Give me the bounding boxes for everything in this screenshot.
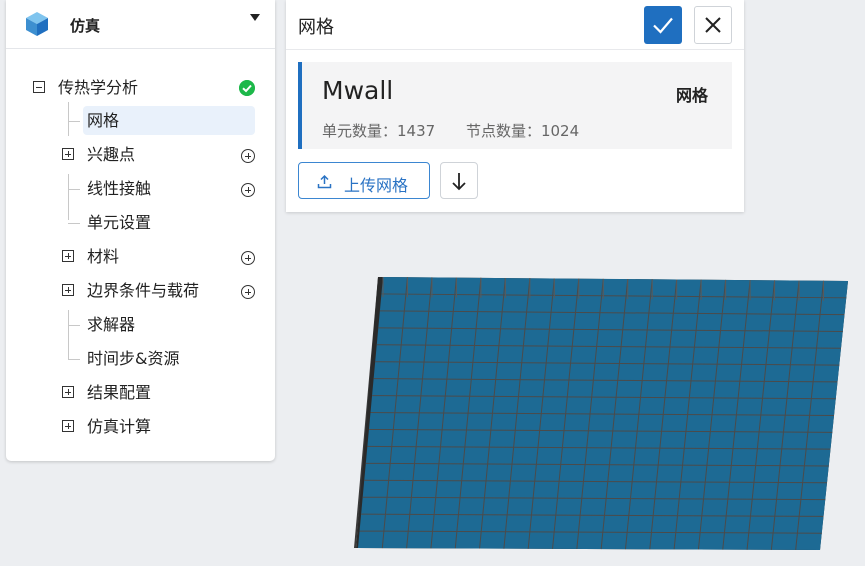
panel-title: 网格: [298, 17, 334, 38]
expand-icon[interactable]: [62, 284, 74, 296]
tree-item-label: 线性接触: [87, 179, 152, 198]
mesh-name: Mwall: [322, 76, 394, 105]
expand-icon[interactable]: [62, 148, 74, 160]
tree-item-label: 结果配置: [87, 383, 152, 402]
add-circle-icon[interactable]: [241, 285, 255, 299]
tree-item-points-of-interest[interactable]: 兴趣点: [6, 141, 275, 169]
cube-logo-icon: [26, 12, 48, 36]
download-button[interactable]: [440, 162, 478, 199]
tree-item-label: 时间步&资源: [87, 349, 180, 368]
tree-item-element-settings[interactable]: 单元设置: [6, 209, 275, 237]
close-icon: [705, 17, 721, 33]
tree-item-solver[interactable]: 求解器: [6, 311, 275, 339]
mesh-wall: [354, 277, 848, 550]
tree-item-result-config[interactable]: 结果配置: [6, 379, 275, 407]
mesh-card[interactable]: Mwall 网格 单元数量：1437 节点数量：1024: [298, 62, 732, 149]
node-count: 节点数量：1024: [465, 122, 580, 140]
confirm-button[interactable]: [644, 6, 682, 44]
sidebar-header: 仿真: [6, 0, 275, 49]
app-title: 仿真: [70, 17, 101, 35]
upload-mesh-label: 上传网格: [344, 176, 409, 195]
expand-icon[interactable]: [62, 420, 74, 432]
mesh-type-label: 网格: [675, 86, 708, 105]
mesh-stats: 单元数量：1437 节点数量：1024: [322, 120, 605, 141]
tree-item-label: 求解器: [87, 315, 136, 334]
tree-item-label: 仿真计算: [87, 417, 152, 436]
simulation-tree-panel: 仿真 传热学分析 网格 兴趣点 线性接触 单元设置 材料 边界条件与载荷 求解器…: [6, 0, 275, 461]
tree-item-heat-transfer-analysis[interactable]: 传热学分析: [6, 74, 275, 102]
close-button[interactable]: [694, 6, 732, 44]
add-circle-icon[interactable]: [241, 183, 255, 197]
tree-item-timestep-resources[interactable]: 时间步&资源: [6, 345, 275, 373]
tree-item-label: 兴趣点: [87, 145, 136, 164]
expand-icon[interactable]: [62, 250, 74, 262]
tree-item-simulation-run[interactable]: 仿真计算: [6, 413, 275, 441]
check-complete-icon: [239, 80, 255, 96]
tree-item-label: 单元设置: [87, 213, 152, 232]
add-circle-icon[interactable]: [241, 251, 255, 265]
divider: [286, 49, 744, 50]
expand-icon[interactable]: [62, 386, 74, 398]
download-arrow-icon: [452, 173, 466, 191]
caret-down-icon[interactable]: [250, 14, 260, 21]
add-circle-icon[interactable]: [241, 149, 255, 163]
upload-icon: [317, 174, 332, 189]
tree-item-label: 材料: [87, 247, 120, 266]
tree-item-mesh[interactable]: 网格: [6, 107, 275, 135]
tree-item-materials[interactable]: 材料: [6, 243, 275, 271]
tree-item-boundary-conditions-loads[interactable]: 边界条件与载荷: [6, 277, 275, 305]
element-count: 单元数量：1437: [322, 122, 436, 140]
collapse-icon[interactable]: [33, 81, 45, 93]
tree-item-label: 边界条件与载荷: [87, 281, 200, 300]
tree-item-label: 传热学分析: [58, 78, 139, 97]
tree-item-linear-contact[interactable]: 线性接触: [6, 175, 275, 203]
upload-mesh-button[interactable]: 上传网格: [298, 162, 430, 199]
tree-item-label: 网格: [87, 111, 120, 130]
check-icon: [653, 17, 673, 34]
mesh-panel: 网格 Mwall 网格 单元数量：1437 节点数量：1024 上传网格: [286, 0, 744, 212]
